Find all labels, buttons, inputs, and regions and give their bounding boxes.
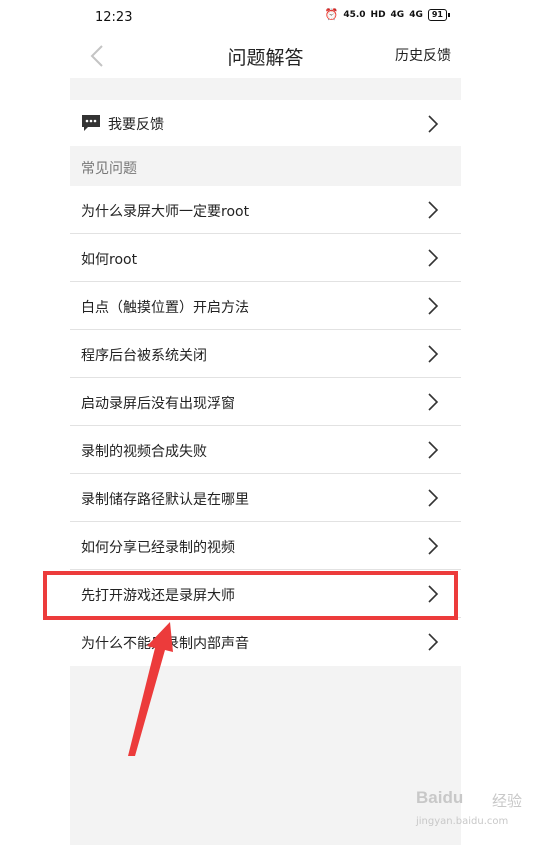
chevron-right-icon <box>428 297 439 315</box>
faq-item[interactable]: 为什么录屏大师一定要root <box>70 186 461 234</box>
nav-header: 问题解答 历史反馈 <box>70 34 461 78</box>
faq-item[interactable]: 程序后台被系统关闭 <box>70 330 461 378</box>
status-bar: 12:23 ⏰ 45.0 HD 4G 4G 91 <box>70 0 461 34</box>
chevron-right-icon <box>428 585 439 603</box>
faq-item-label: 如何root <box>81 252 138 268</box>
faq-item-label: 录制的视频合成失败 <box>81 444 207 460</box>
empty-area <box>70 666 461 845</box>
faq-item-label: 如何分享已经录制的视频 <box>81 540 235 556</box>
chevron-right-icon <box>428 537 439 555</box>
hd-label: HD <box>370 9 386 20</box>
faq-item-label: 白点（触摸位置）开启方法 <box>81 300 249 316</box>
top-spacer <box>70 78 461 100</box>
faq-item[interactable]: 录制储存路径默认是在哪里 <box>70 474 461 522</box>
faq-item-label: 为什么不能只录制内部声音 <box>81 636 249 652</box>
chevron-right-icon <box>428 633 439 651</box>
signal-icon-2: 4G <box>409 9 423 20</box>
watermark-sub: 经验 <box>492 792 523 810</box>
chevron-right-icon <box>428 249 439 267</box>
chevron-right-icon <box>428 489 439 507</box>
faq-section-header: 常见问题 <box>70 146 461 186</box>
faq-item[interactable]: 录制的视频合成失败 <box>70 426 461 474</box>
status-icons: ⏰ 45.0 HD 4G 4G 91 <box>324 8 451 21</box>
faq-list: 为什么录屏大师一定要root 如何root 白点（触摸位置）开启方法 程序后台被… <box>70 186 461 665</box>
faq-item[interactable]: 如何root <box>70 234 461 282</box>
chevron-right-icon <box>428 201 439 219</box>
feedback-row[interactable]: 我要反馈 <box>70 100 461 146</box>
chat-bubble-icon <box>82 115 100 131</box>
feedback-label: 我要反馈 <box>108 117 164 133</box>
faq-item[interactable]: 启动录屏后没有出现浮窗 <box>70 378 461 426</box>
chevron-right-icon <box>428 115 439 133</box>
chevron-right-icon <box>428 393 439 411</box>
chevron-right-icon <box>428 345 439 363</box>
section-title: 常见问题 <box>81 161 137 177</box>
faq-item-label: 启动录屏后没有出现浮窗 <box>81 396 235 412</box>
status-time: 12:23 <box>95 10 133 25</box>
chevron-right-icon <box>428 441 439 459</box>
faq-item[interactable]: 如何分享已经录制的视频 <box>70 522 461 570</box>
faq-item-label: 录制储存路径默认是在哪里 <box>81 492 249 508</box>
faq-item-label: 先打开游戏还是录屏大师 <box>81 588 235 604</box>
signal-icon-1: 4G <box>390 9 405 20</box>
net-speed: 45.0 <box>343 9 366 20</box>
faq-item-highlighted[interactable]: 先打开游戏还是录屏大师 <box>70 570 461 618</box>
battery-icon: 91 <box>427 8 451 21</box>
history-feedback-link[interactable]: 历史反馈 <box>395 45 451 65</box>
faq-item[interactable]: 白点（触摸位置）开启方法 <box>70 282 461 330</box>
faq-item-label: 为什么录屏大师一定要root <box>81 204 250 220</box>
faq-item-label: 程序后台被系统关闭 <box>81 348 207 364</box>
alarm-icon: ⏰ <box>324 8 339 21</box>
faq-item[interactable]: 为什么不能只录制内部声音 <box>70 618 461 665</box>
